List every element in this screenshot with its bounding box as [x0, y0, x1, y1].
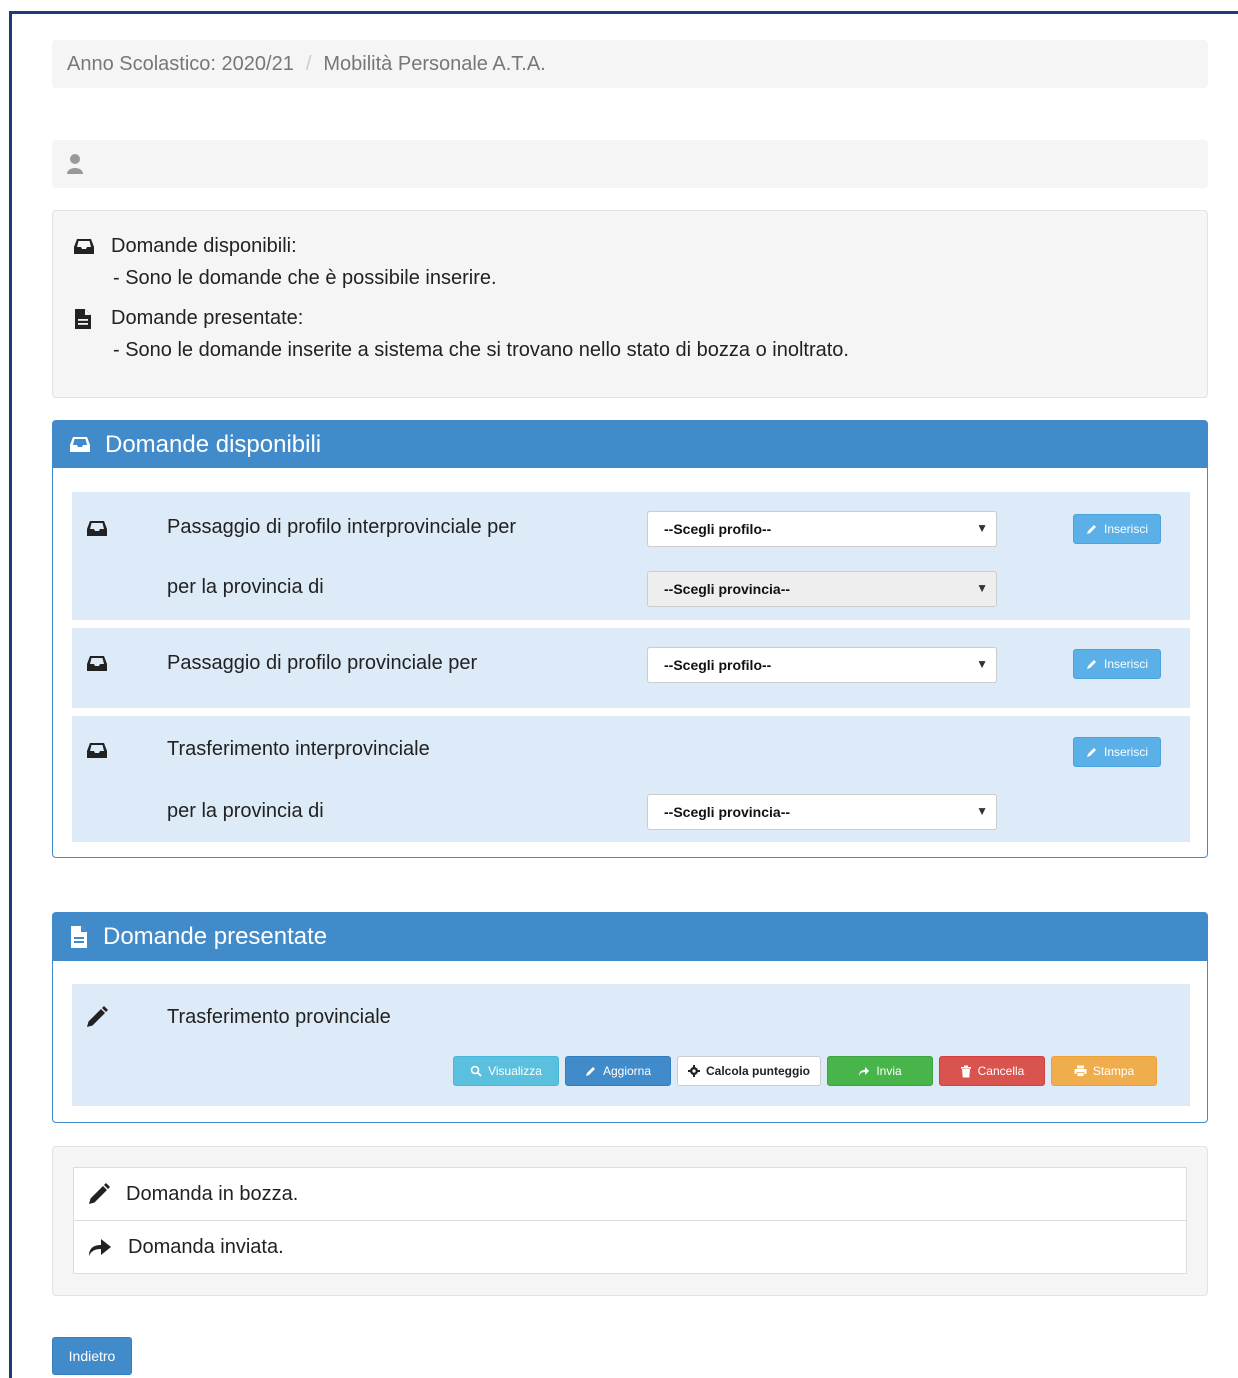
row-1-province-select[interactable]: --Scegli provincia-- ▼: [647, 571, 997, 607]
available-row-1: Passaggio di profilo interprovinciale pe…: [72, 492, 1190, 620]
legend-submitted-title: Domande presentate:: [111, 307, 304, 329]
user-icon: [67, 154, 83, 174]
share-icon: [89, 1239, 111, 1256]
available-panel: Domande disponibili Passaggio di profilo…: [52, 420, 1208, 858]
submitted-row-label: Trasferimento provinciale: [167, 1006, 391, 1028]
trash-icon: [960, 1065, 971, 1077]
breadcrumb-section: Mobilità Personale A.T.A.: [323, 52, 546, 75]
pencil-icon: [1086, 660, 1096, 669]
chevron-down-icon: ▼: [976, 581, 988, 595]
update-button[interactable]: Aggiorna: [565, 1056, 671, 1086]
pencil-icon: [585, 1067, 595, 1076]
status-sent-label: Domanda inviata.: [128, 1235, 284, 1258]
inbox-icon: [74, 238, 94, 254]
legend-submitted: Domande presentate:: [73, 307, 303, 330]
legend-box: Domande disponibili: - Sono le domande c…: [52, 210, 1208, 398]
inbox-icon: [87, 521, 107, 536]
inbox-icon: [87, 743, 107, 758]
chevron-down-icon: ▼: [976, 521, 988, 535]
status-sent: Domanda inviata.: [73, 1220, 1187, 1274]
row-1-insert-button[interactable]: Inserisci: [1073, 514, 1161, 544]
chevron-down-icon: ▼: [976, 804, 988, 818]
inbox-icon: [70, 436, 90, 452]
submitted-panel-heading: Domande presentate: [53, 913, 1207, 961]
legend-available-title: Domande disponibili:: [111, 235, 297, 257]
back-button[interactable]: Indietro: [52, 1337, 132, 1375]
available-row-2: Passaggio di profilo provinciale per --S…: [72, 628, 1190, 708]
gear-icon: [687, 1065, 700, 1077]
status-draft: Domanda in bozza.: [73, 1167, 1187, 1221]
row-3-insert-button[interactable]: Inserisci: [1073, 737, 1161, 767]
row-3-sub-label: per la provincia di: [167, 800, 324, 822]
row-1-profile-select[interactable]: --Scegli profilo-- ▼: [647, 511, 997, 547]
row-2-insert-button[interactable]: Inserisci: [1073, 649, 1161, 679]
legend-available: Domande disponibili:: [73, 235, 297, 258]
breadcrumb-year[interactable]: Anno Scolastico: 2020/21: [67, 53, 294, 76]
calculate-score-button[interactable]: Calcola punteggio: [677, 1056, 821, 1086]
share-icon: [859, 1067, 870, 1076]
row-2-profile-select[interactable]: --Scegli profilo-- ▼: [647, 647, 997, 683]
legend-available-desc: - Sono le domande che è possibile inseri…: [113, 267, 497, 289]
pencil-icon: [87, 1006, 108, 1027]
row-1-sub-label: per la provincia di: [167, 576, 324, 598]
status-draft-label: Domanda in bozza.: [126, 1182, 299, 1205]
view-button[interactable]: Visualizza: [453, 1056, 559, 1086]
status-legend: Domanda in bozza. Domanda inviata.: [52, 1146, 1208, 1296]
submitted-panel: Domande presentate Trasferimento provinc…: [52, 912, 1208, 1123]
send-button[interactable]: Invia: [827, 1056, 933, 1086]
delete-button[interactable]: Cancella: [939, 1056, 1045, 1086]
row-3-label: Trasferimento interprovinciale: [167, 738, 430, 760]
legend-submitted-desc: - Sono le domande inserite a sistema che…: [113, 339, 849, 361]
row-2-label: Passaggio di profilo provinciale per: [167, 652, 478, 674]
available-row-3: Trasferimento interprovinciale per la pr…: [72, 716, 1190, 842]
print-icon: [1074, 1065, 1087, 1077]
file-icon: [71, 926, 87, 948]
row-1-label: Passaggio di profilo interprovinciale pe…: [167, 516, 517, 538]
breadcrumb: Anno Scolastico: 2020/21 / Mobilità Pers…: [52, 40, 1208, 88]
chevron-down-icon: ▼: [976, 657, 988, 671]
user-bar: [52, 140, 1208, 188]
pencil-icon: [1086, 748, 1096, 757]
submitted-row: Trasferimento provinciale Visualizza Agg…: [72, 984, 1190, 1106]
available-panel-heading: Domande disponibili: [53, 421, 1207, 468]
row-3-province-select[interactable]: --Scegli provincia-- ▼: [647, 794, 997, 830]
breadcrumb-separator: /: [305, 52, 312, 75]
print-button[interactable]: Stampa: [1051, 1056, 1157, 1086]
available-panel-title: Domande disponibili: [105, 430, 322, 458]
search-icon: [470, 1065, 482, 1077]
submitted-panel-title: Domande presentate: [103, 923, 328, 950]
pencil-icon: [1086, 525, 1096, 534]
inbox-icon: [87, 656, 107, 671]
pencil-icon: [89, 1183, 110, 1204]
file-icon: [75, 308, 91, 329]
